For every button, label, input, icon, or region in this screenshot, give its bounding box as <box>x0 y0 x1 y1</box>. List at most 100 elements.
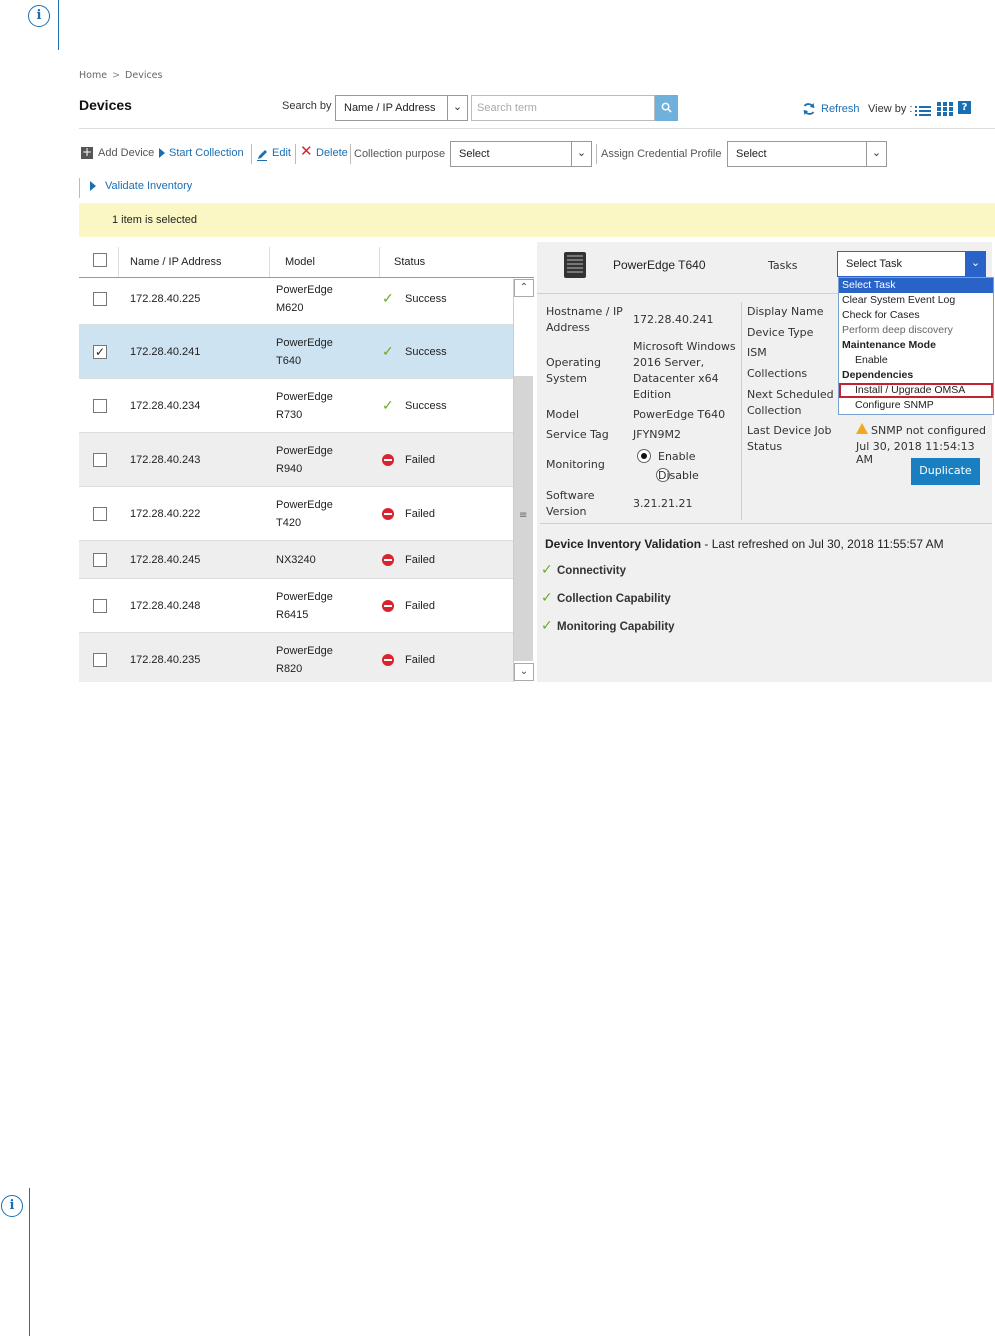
info-icon: i <box>1 1195 23 1217</box>
refresh-icon[interactable] <box>802 101 816 115</box>
selection-notice: 1 item is selected <box>79 203 995 237</box>
refresh-link[interactable]: Refresh <box>821 103 860 115</box>
column-header-status[interactable]: Status <box>394 256 425 268</box>
row-checkbox[interactable] <box>93 553 107 567</box>
search-input[interactable]: Search term <box>471 95 655 121</box>
monitoring-enable-radio[interactable] <box>637 449 651 463</box>
task-option-install-omsa[interactable]: Install / Upgrade OMSA <box>839 383 993 398</box>
hostname-label: Hostname / IP <box>546 305 623 318</box>
success-icon: ✓ <box>382 397 394 413</box>
edit-icon <box>256 146 268 161</box>
row-model-line1: PowerEdge <box>276 391 333 403</box>
play-icon <box>90 181 96 191</box>
scroll-up-button[interactable]: ⌃ <box>514 279 534 297</box>
row-ip: 172.28.40.234 <box>130 400 201 412</box>
server-icon <box>564 252 586 278</box>
success-icon: ✓ <box>382 343 394 359</box>
note-divider <box>58 0 59 50</box>
task-option-clear-sel[interactable]: Clear System Event Log <box>839 293 993 308</box>
task-option-deep-discovery[interactable]: Perform deep discovery <box>839 323 993 338</box>
toolbar-separator <box>251 144 252 164</box>
hostname-value: 172.28.40.241 <box>633 313 714 326</box>
start-collection-button[interactable]: Start Collection <box>169 147 244 159</box>
task-option-maintenance-enable[interactable]: Enable <box>839 353 993 368</box>
row-model-line1: PowerEdge <box>276 499 333 511</box>
failed-icon <box>382 454 394 466</box>
header-divider <box>79 128 995 129</box>
model-value: PowerEdge T640 <box>633 408 726 421</box>
success-icon: ✓ <box>382 290 394 306</box>
task-option-select[interactable]: Select Task <box>839 278 993 293</box>
note-divider <box>29 1188 30 1336</box>
validation-check-monitoring: Monitoring Capability <box>557 621 675 633</box>
list-view-icon[interactable] <box>915 102 931 116</box>
chevron-down-icon: ⌄ <box>965 252 985 276</box>
row-ip: 172.28.40.241 <box>130 346 201 358</box>
duplicate-button[interactable]: Duplicate <box>911 458 980 485</box>
chevron-down-icon: ⌄ <box>866 142 886 166</box>
column-header-model[interactable]: Model <box>285 256 315 268</box>
monitoring-disable-label: Disable <box>658 469 699 482</box>
scroll-down-button[interactable]: ⌄ <box>514 663 534 681</box>
validation-check-connectivity: Connectivity <box>557 565 627 577</box>
edit-button[interactable]: Edit <box>272 147 291 159</box>
breadcrumb-separator: > <box>112 70 121 81</box>
table-row[interactable]: 172.28.40.248 PowerEdge R6415 Failed <box>79 579 513 633</box>
search-by-label: Search by <box>282 100 332 112</box>
next-scheduled-label-2: Collection <box>747 404 802 417</box>
table-row[interactable]: 172.28.40.225 PowerEdge M620 ✓ Success <box>79 279 513 325</box>
service-tag-value: JFYN9M2 <box>633 428 682 441</box>
row-status: Failed <box>405 600 435 612</box>
table-row[interactable]: 172.28.40.222 PowerEdge T420 Failed <box>79 487 513 541</box>
row-checkbox-checked[interactable]: ✓ <box>93 345 107 359</box>
row-model-line1: PowerEdge <box>276 445 333 457</box>
assign-profile-select[interactable]: Select ⌄ <box>727 141 887 167</box>
row-model-line2: T640 <box>276 355 302 367</box>
device-name: PowerEdge T640 <box>613 258 706 272</box>
row-status: Success <box>405 400 447 412</box>
add-device-button[interactable]: Add Device <box>98 147 154 159</box>
search-button[interactable] <box>655 95 678 121</box>
last-job-value: SNMP not configured <box>871 424 987 437</box>
os-label-2: System <box>546 372 588 385</box>
os-label: Operating <box>546 356 601 369</box>
table-row[interactable]: 172.28.40.235 PowerEdge R820 Failed <box>79 633 513 682</box>
row-checkbox[interactable] <box>93 453 107 467</box>
software-label-2: Version <box>546 505 587 518</box>
task-group-dependencies: Dependencies <box>842 369 914 381</box>
column-divider <box>118 247 119 277</box>
next-scheduled-label: Next Scheduled <box>747 388 834 401</box>
grid-view-icon[interactable] <box>937 101 953 116</box>
breadcrumb-home[interactable]: Home <box>79 70 107 81</box>
row-checkbox[interactable] <box>93 399 107 413</box>
delete-button[interactable]: Delete <box>316 147 348 159</box>
row-status: Failed <box>405 508 435 520</box>
collection-purpose-select[interactable]: Select ⌄ <box>450 141 592 167</box>
task-select[interactable]: Select Task ⌄ <box>837 251 986 277</box>
column-header-name[interactable]: Name / IP Address <box>130 256 222 268</box>
validate-inventory-button[interactable]: Validate Inventory <box>105 180 192 192</box>
select-all-checkbox[interactable] <box>93 253 107 267</box>
last-job-label: Last Device Job <box>747 424 832 437</box>
os-value-4: Edition <box>633 388 672 401</box>
table-row[interactable]: 172.28.40.243 PowerEdge R940 Failed <box>79 433 513 487</box>
row-checkbox[interactable] <box>93 653 107 667</box>
search-field-select[interactable]: Name / IP Address ⌄ <box>335 95 468 121</box>
search-icon <box>661 102 672 113</box>
row-checkbox[interactable] <box>93 507 107 521</box>
table-row[interactable]: 172.28.40.234 PowerEdge R730 ✓ Success <box>79 379 513 433</box>
row-checkbox[interactable] <box>93 292 107 306</box>
row-checkbox[interactable] <box>93 599 107 613</box>
task-option-configure-snmp[interactable]: Configure SNMP <box>839 398 993 413</box>
task-option-check-cases[interactable]: Check for Cases <box>839 308 993 323</box>
row-status: Success <box>405 293 447 305</box>
collections-label: Collections <box>747 367 808 380</box>
validation-divider <box>540 523 992 524</box>
help-icon[interactable]: ? <box>958 101 971 114</box>
table-row[interactable]: 172.28.40.245 NX3240 Failed <box>79 541 513 579</box>
row-model-line2: R730 <box>276 409 303 421</box>
table-row[interactable]: ✓ 172.28.40.241 PowerEdge T640 ✓ Success <box>79 325 513 379</box>
row-ip: 172.28.40.243 <box>130 454 201 466</box>
task-group-maintenance: Maintenance Mode <box>842 339 936 351</box>
breadcrumb: Home > Devices <box>79 70 162 81</box>
